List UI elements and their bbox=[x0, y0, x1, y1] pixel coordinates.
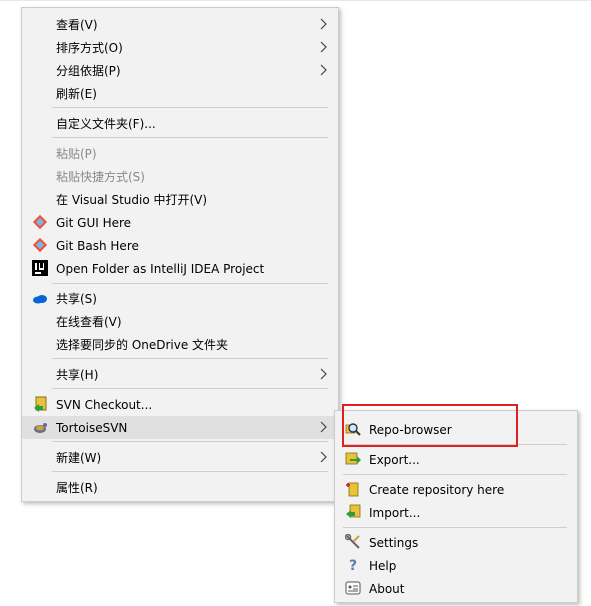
repo-browser-magnifier-icon bbox=[345, 423, 361, 436]
menu-item-label: Repo-browser bbox=[369, 422, 452, 437]
submenu-item-settings[interactable]: Settings bbox=[335, 531, 577, 554]
menu-item-open-intellij[interactable]: Open Folder as IntelliJ IDEA Project bbox=[22, 257, 338, 280]
context-menu: 查看(V) 排序方式(O) 分组依据(P) 刷新(E) 自定义文件夹(F)...… bbox=[21, 7, 339, 502]
menu-item-label: 粘贴快捷方式(S) bbox=[56, 170, 145, 184]
submenu-item-export[interactable]: Export... bbox=[335, 448, 577, 471]
about-info-icon bbox=[345, 581, 361, 595]
menu-item-label: 共享(S) bbox=[56, 292, 97, 306]
menu-item-label: SVN Checkout... bbox=[56, 397, 153, 412]
menu-item-label: Git Bash Here bbox=[56, 238, 139, 253]
submenu-item-create-repository[interactable]: Create repository here bbox=[335, 478, 577, 501]
menu-item-view[interactable]: 查看(V) bbox=[22, 13, 338, 36]
svn-checkout-icon bbox=[34, 396, 47, 412]
menu-item-git-gui-here[interactable]: Git GUI Here bbox=[22, 211, 338, 234]
menu-item-label: 在 Visual Studio 中打开(V) bbox=[56, 193, 208, 207]
menu-item-share[interactable]: 共享(H) bbox=[22, 363, 338, 386]
menu-item-label: 属性(R) bbox=[56, 481, 98, 495]
git-icon bbox=[32, 237, 48, 253]
chevron-right-icon bbox=[320, 41, 327, 53]
menu-separator bbox=[343, 474, 567, 475]
tortoisesvn-submenu: Repo-browser Export... Create repository… bbox=[334, 410, 578, 603]
menu-item-label: 共享(H) bbox=[56, 368, 99, 382]
menu-item-label: 新建(W) bbox=[56, 451, 102, 465]
menu-item-label: 分组依据(P) bbox=[56, 64, 121, 78]
menu-item-git-bash-here[interactable]: Git Bash Here bbox=[22, 234, 338, 257]
menu-separator bbox=[343, 527, 567, 528]
git-icon bbox=[32, 214, 48, 230]
menu-separator bbox=[52, 441, 328, 442]
menu-separator bbox=[343, 444, 567, 445]
menu-item-choose-onedrive-folders[interactable]: 选择要同步的 OneDrive 文件夹 bbox=[22, 333, 338, 356]
menu-item-label: 查看(V) bbox=[56, 18, 98, 32]
export-icon bbox=[345, 452, 361, 465]
svg-text:?: ? bbox=[349, 558, 357, 573]
tortoisesvn-icon bbox=[34, 423, 47, 433]
menu-item-svn-checkout[interactable]: SVN Checkout... bbox=[22, 393, 338, 416]
chevron-right-icon bbox=[320, 451, 327, 463]
import-icon bbox=[346, 504, 361, 518]
help-question-icon: ? bbox=[349, 558, 357, 573]
top-divider bbox=[0, 0, 591, 1]
menu-item-label: About bbox=[369, 581, 405, 596]
menu-item-label: Import... bbox=[369, 505, 421, 520]
onedrive-cloud-icon bbox=[33, 295, 47, 304]
menu-item-sort-by[interactable]: 排序方式(O) bbox=[22, 36, 338, 59]
chevron-right-icon bbox=[320, 368, 327, 380]
menu-item-label: Export... bbox=[369, 452, 420, 467]
menu-separator bbox=[52, 107, 328, 108]
menu-separator bbox=[52, 137, 328, 138]
menu-item-label: Settings bbox=[369, 535, 419, 550]
settings-tools-icon bbox=[345, 534, 360, 549]
submenu-item-help[interactable]: ? Help bbox=[335, 554, 577, 577]
menu-item-label: 在线查看(V) bbox=[56, 315, 122, 329]
menu-item-properties[interactable]: 属性(R) bbox=[22, 476, 338, 499]
submenu-item-repo-browser[interactable]: Repo-browser bbox=[335, 418, 577, 441]
menu-separator bbox=[52, 471, 328, 472]
menu-item-label: Open Folder as IntelliJ IDEA Project bbox=[56, 261, 265, 276]
menu-item-label: Help bbox=[369, 558, 397, 573]
menu-item-view-online[interactable]: 在线查看(V) bbox=[22, 310, 338, 333]
menu-item-group-by[interactable]: 分组依据(P) bbox=[22, 59, 338, 82]
chevron-right-icon bbox=[320, 18, 327, 30]
chevron-right-icon bbox=[320, 421, 327, 433]
menu-item-label: Git GUI Here bbox=[56, 215, 132, 230]
intellij-icon bbox=[32, 260, 48, 276]
menu-separator bbox=[52, 283, 328, 284]
menu-item-label: 排序方式(O) bbox=[56, 41, 123, 55]
menu-item-label: TortoiseSVN bbox=[56, 420, 128, 435]
menu-item-label: 自定义文件夹(F)... bbox=[56, 117, 156, 131]
menu-item-customize-folder[interactable]: 自定义文件夹(F)... bbox=[22, 112, 338, 135]
menu-item-label: 粘贴(P) bbox=[56, 147, 97, 161]
submenu-item-import[interactable]: Import... bbox=[335, 501, 577, 524]
chevron-right-icon bbox=[320, 64, 327, 76]
menu-item-label: 选择要同步的 OneDrive 文件夹 bbox=[56, 338, 229, 352]
menu-item-share-onedrive[interactable]: 共享(S) bbox=[22, 287, 338, 310]
menu-item-label: Create repository here bbox=[369, 482, 505, 497]
menu-item-tortoisesvn[interactable]: TortoiseSVN bbox=[22, 416, 338, 439]
menu-item-refresh[interactable]: 刷新(E) bbox=[22, 82, 338, 105]
menu-separator bbox=[52, 358, 328, 359]
menu-item-open-in-visual-studio[interactable]: 在 Visual Studio 中打开(V) bbox=[22, 188, 338, 211]
menu-item-paste-shortcut[interactable]: 粘贴快捷方式(S) bbox=[22, 165, 338, 188]
create-repository-icon bbox=[346, 482, 359, 497]
menu-item-label: 刷新(E) bbox=[56, 87, 97, 101]
menu-item-new[interactable]: 新建(W) bbox=[22, 446, 338, 469]
menu-item-paste[interactable]: 粘贴(P) bbox=[22, 142, 338, 165]
submenu-item-about[interactable]: About bbox=[335, 577, 577, 600]
menu-separator bbox=[52, 388, 328, 389]
